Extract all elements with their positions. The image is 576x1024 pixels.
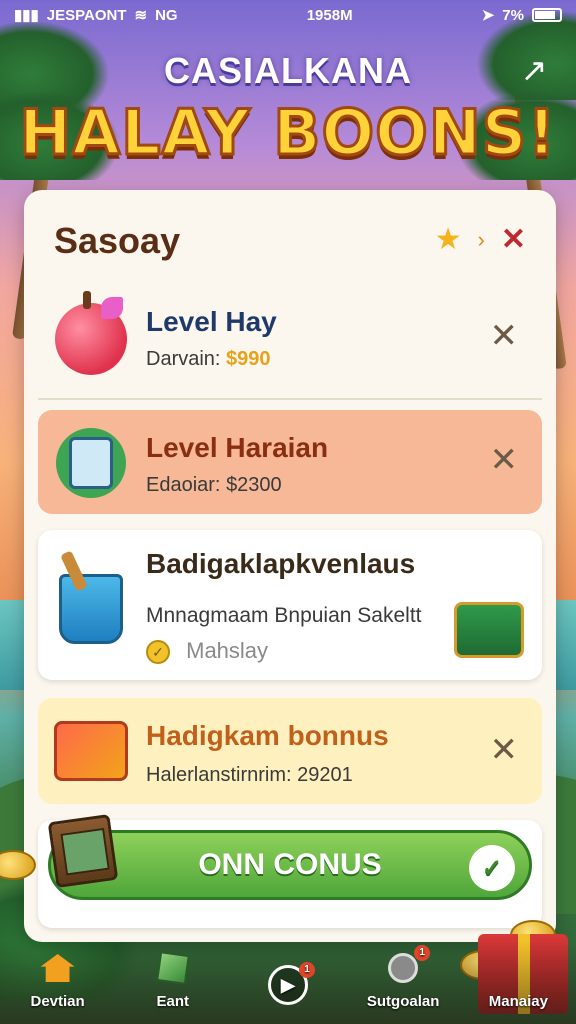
status-time: 1958M (306, 6, 353, 24)
bottom-nav: Devtian Eant ▶ 1 1 Sutgoalan Manaiay (0, 940, 576, 1024)
panel-actions: ★ › ✕ (435, 222, 526, 257)
card-subtitle-value: $990 (226, 348, 271, 370)
nav-item-eant[interactable]: Eant (118, 949, 228, 1010)
home-icon (38, 949, 78, 987)
arrow-up-right-icon: ↗ (520, 52, 548, 88)
card-subtitle: Edaoiar: $2300 (146, 474, 282, 497)
notebook-icon (52, 424, 130, 502)
nav-item-devtian[interactable]: Devtian (3, 949, 113, 1010)
close-panel-button[interactable]: ✕ (501, 222, 526, 257)
card-subtitle-value: 29201 (297, 764, 353, 786)
crate-icon (47, 814, 119, 888)
notification-badge: 1 (414, 945, 431, 961)
wifi-icon: ≋ (134, 7, 148, 24)
panel-title: Sasoay (54, 220, 181, 261)
network-label: NG (155, 6, 178, 24)
location-arrow-icon: ➤ (481, 7, 495, 24)
card-title: Hadigkam bonnus (146, 720, 389, 751)
card-subtitle-label: Darvain: (146, 348, 227, 370)
status-bar: ▮▮▮ JESPAONT ≋ NG 1958M ➤ 7% (0, 0, 576, 30)
treasure-chest-icon (454, 602, 524, 658)
claim-bonus-button[interactable]: ONN CONUS ✓ (48, 830, 532, 900)
dismiss-card-button[interactable]: ✕ (490, 730, 519, 770)
nav-label: Devtian (30, 993, 85, 1010)
bonus-panel: Sasoay ★ › ✕ Level Hay Darvain: $990 ✕ L… (24, 190, 556, 942)
header-subtitle: CASIALKANA (164, 50, 412, 91)
ticket-icon (52, 712, 130, 790)
cube-icon (153, 949, 193, 987)
nav-item-sutgoalan[interactable]: 1 Sutgoalan (348, 945, 458, 1010)
status-right: ➤ 7% (482, 6, 562, 24)
star-icon[interactable]: ★ (435, 222, 462, 257)
bonus-card-hadigkam[interactable]: Hadigkam bonnus Halerlanstirnrim: 29201 … (38, 698, 542, 804)
card-subtitle-value: $2300 (226, 474, 282, 496)
signal-icon: ▮▮▮ (14, 7, 39, 24)
nav-label: Eant (156, 993, 190, 1010)
carrier-label: JESPAONT (46, 6, 127, 24)
bonus-card-level-hay[interactable]: Level Hay Darvain: $990 ✕ (38, 282, 542, 400)
bonus-card-level-haraian[interactable]: Level Haraian Edaoiar: $2300 ✕ (38, 410, 542, 514)
share-arrow-button[interactable]: ↗ (514, 50, 554, 90)
status-left: ▮▮▮ JESPAONT ≋ NG (14, 6, 178, 25)
check-icon: ✓ (469, 845, 515, 891)
header-title: HALAY BOONS! (18, 95, 557, 171)
battery-percent: 7% (502, 6, 524, 24)
card-subtitle-label: Halerlanstirnrim: (146, 764, 298, 786)
card-subtitle: Mnnagmaam Bnpuian Sakeltt (146, 604, 422, 627)
apple-icon (52, 291, 130, 378)
dismiss-card-button[interactable]: ✕ (490, 440, 519, 480)
card-subtitle: Halerlanstirnrim: 29201 (146, 764, 353, 787)
card-badge: ✓ Mahslay (146, 638, 269, 665)
nav-label: Sutgoalan (366, 993, 440, 1010)
battery-icon (531, 8, 562, 22)
coin-icon: ✓ (146, 640, 170, 665)
nav-item-play[interactable]: ▶ 1 (233, 962, 343, 1010)
notification-badge: 1 (298, 962, 315, 978)
coins-icon (498, 949, 538, 987)
chevron-right-icon[interactable]: › (478, 227, 485, 253)
bucket-icon (52, 570, 130, 648)
nav-item-manaiay[interactable]: Manaiay (463, 949, 573, 1010)
card-badge-label: Mahslay (186, 638, 269, 663)
card-subtitle-label: Edaoiar: (146, 474, 227, 496)
card-title: Badigaklapkvenlaus (146, 548, 416, 579)
card-subtitle: Darvain: $990 (146, 348, 271, 371)
card-title: Level Haraian (146, 432, 329, 463)
bonus-card-featured[interactable]: Badigaklapkvenlaus Mnnagmaam Bnpuian Sak… (38, 530, 542, 680)
nav-label: Manaiay (488, 993, 548, 1010)
cta-card: ONN CONUS ✓ (38, 814, 542, 928)
claim-bonus-label: ONN CONUS (198, 848, 382, 881)
dismiss-card-button[interactable]: ✕ (490, 316, 519, 356)
card-title: Level Hay (146, 306, 277, 337)
